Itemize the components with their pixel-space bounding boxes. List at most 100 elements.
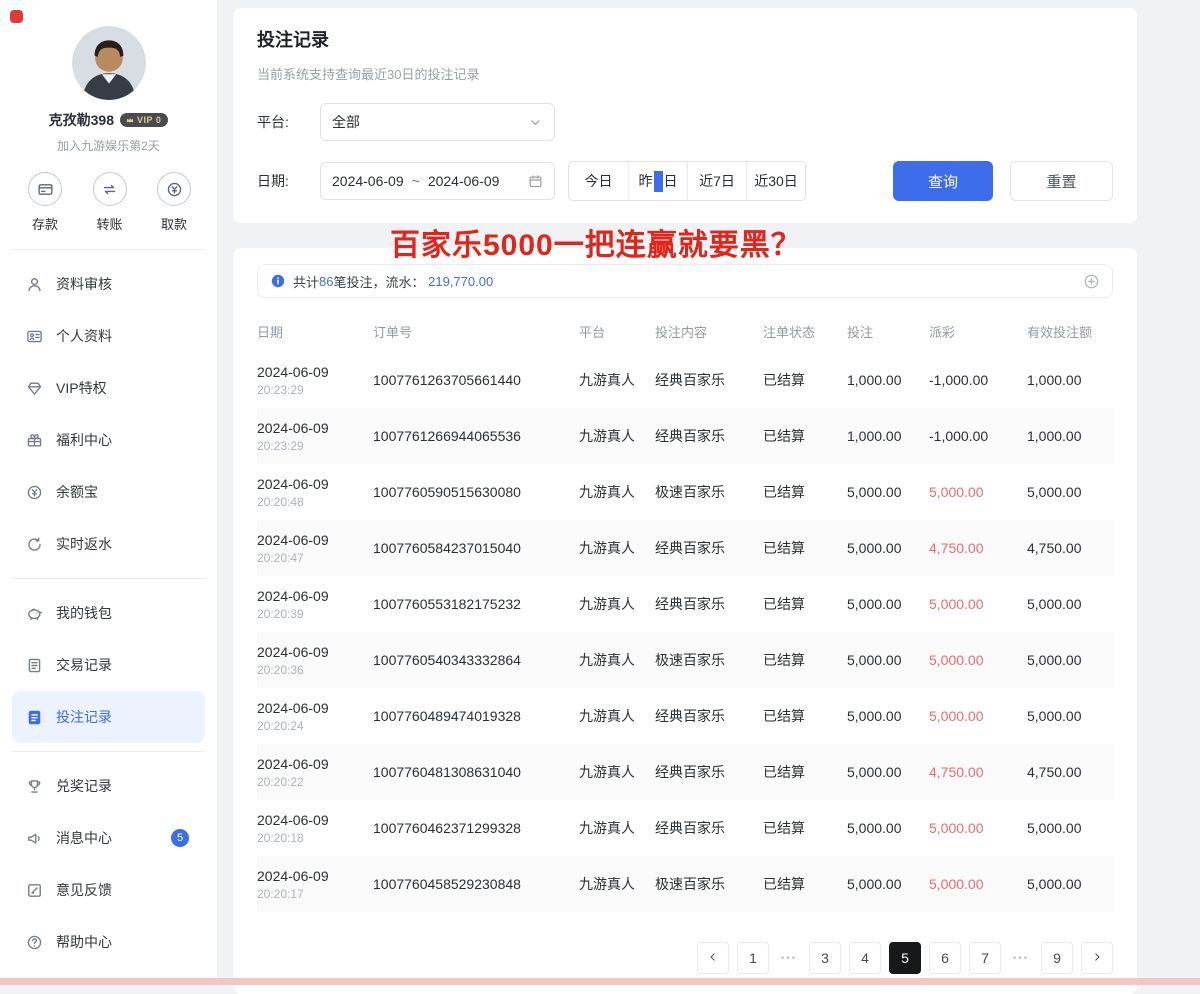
- bet-amount: 5,000.00: [847, 520, 929, 576]
- column-header: 日期: [257, 310, 373, 352]
- sidebar-item-feedback[interactable]: 意见反馈: [12, 864, 205, 916]
- pagination-page-6[interactable]: 6: [929, 942, 961, 974]
- quick-action-transfer[interactable]: 转账: [93, 172, 127, 233]
- table-row[interactable]: 2024-06-0920:23:29 1007761263705661440 九…: [257, 352, 1113, 408]
- payout-amount: 4,750.00: [929, 520, 1027, 576]
- pagination-ellipsis[interactable]: •••: [1009, 953, 1033, 964]
- date-end: 2024-06-09: [428, 173, 500, 189]
- pagination-page-1[interactable]: 1: [737, 942, 769, 974]
- chevron-right-icon: [1091, 950, 1103, 966]
- valid-amount: 1,000.00: [1027, 352, 1113, 408]
- pagination-page-3[interactable]: 3: [809, 942, 841, 974]
- avatar[interactable]: [72, 26, 146, 100]
- payout-amount: 4,750.00: [929, 744, 1027, 800]
- table-row[interactable]: 2024-06-0920:20:36 1007760540343332864 九…: [257, 632, 1113, 688]
- payout-amount: 5,000.00: [929, 800, 1027, 856]
- sidebar-item-label: 投注记录: [56, 707, 112, 727]
- order-number: 1007760553182175232: [373, 576, 579, 632]
- date-range-input[interactable]: 2024-06-09 ~ 2024-06-09: [320, 162, 555, 200]
- sidebar-item-audit[interactable]: 资料审核: [12, 258, 205, 310]
- records-card: 共计86笔投注，流水： 219,770.00 日期订单号平台投注内容注单状态投注…: [233, 248, 1137, 994]
- valid-amount: 1,000.00: [1027, 408, 1113, 464]
- pagination-page-9[interactable]: 9: [1041, 942, 1073, 974]
- bet-time: 20:20:24: [257, 719, 365, 733]
- coin-icon: [26, 484, 43, 501]
- valid-amount: 4,750.00: [1027, 744, 1113, 800]
- bet-status: 已结算: [763, 352, 847, 408]
- valid-amount: 5,000.00: [1027, 464, 1113, 520]
- quick-action-withdraw[interactable]: 取款: [157, 172, 191, 233]
- quick-action-deposit[interactable]: 存款: [28, 172, 62, 233]
- sidebar-item-label: 意见反馈: [56, 880, 112, 900]
- filter-card: 投注记录 当前系统支持查询最近30日的投注记录 平台: 全部 日期: 2024-…: [233, 8, 1137, 223]
- range-button-近7日[interactable]: 近7日: [687, 162, 746, 200]
- sidebar-item-yuebao[interactable]: 余额宝: [12, 466, 205, 518]
- pagination-prev[interactable]: [697, 942, 729, 974]
- valid-amount: 4,750.00: [1027, 520, 1113, 576]
- table-row[interactable]: 2024-06-0920:20:22 1007760481308631040 九…: [257, 744, 1113, 800]
- sidebar-item-label: 余额宝: [56, 482, 98, 502]
- sidebar-item-label: 实时返水: [56, 534, 112, 554]
- payout-amount: 5,000.00: [929, 856, 1027, 912]
- divider: [12, 578, 205, 579]
- edit-icon: [26, 882, 43, 899]
- info-icon: [270, 273, 286, 289]
- document-icon: [26, 657, 43, 674]
- profile-section: 克孜勒398 VIP 0 加入九游娱乐第2天 存款转账取款: [0, 0, 217, 233]
- reset-button[interactable]: 重置: [1010, 161, 1113, 201]
- plus-circle-icon[interactable]: [1083, 273, 1100, 290]
- sidebar-item-label: 交易记录: [56, 655, 112, 675]
- platform-name: 九游真人: [579, 352, 655, 408]
- sidebar-item-wallet[interactable]: 我的钱包: [12, 587, 205, 639]
- range-button-昨日[interactable]: 昨日: [628, 162, 687, 200]
- divider: [12, 751, 205, 752]
- sidebar-item-prizes[interactable]: 兑奖记录: [12, 760, 205, 812]
- chevron-left-icon: [707, 950, 719, 966]
- sidebar-item-label: 个人资料: [56, 326, 112, 346]
- bet-date: 2024-06-09: [257, 812, 365, 828]
- table-row[interactable]: 2024-06-0920:20:17 1007760458529230848 九…: [257, 856, 1113, 912]
- bet-date: 2024-06-09: [257, 644, 365, 660]
- sidebar-item-welfare[interactable]: 福利中心: [12, 414, 205, 466]
- bet-records-table: 日期订单号平台投注内容注单状态投注派彩有效投注额 2024-06-0920:23…: [257, 310, 1113, 912]
- summary-middle: 笔投注，流水：: [333, 275, 424, 290]
- sidebar-item-profile[interactable]: 个人资料: [12, 310, 205, 362]
- bet-amount: 5,000.00: [847, 800, 929, 856]
- pagination-ellipsis[interactable]: •••: [777, 953, 801, 964]
- pagination-page-7[interactable]: 7: [969, 942, 1001, 974]
- column-header: 投注: [847, 310, 929, 352]
- search-button[interactable]: 查询: [893, 161, 993, 201]
- vip-badge[interactable]: VIP 0: [120, 113, 168, 127]
- date-quick-ranges: 今日昨日近7日近30日: [568, 161, 806, 201]
- sidebar-item-transactions[interactable]: 交易记录: [12, 639, 205, 691]
- valid-amount: 5,000.00: [1027, 688, 1113, 744]
- pagination-page-5[interactable]: 5: [889, 942, 921, 974]
- pagination-next[interactable]: [1081, 942, 1113, 974]
- platform-selected-value: 全部: [332, 112, 360, 132]
- bet-status: 已结算: [763, 576, 847, 632]
- bet-amount: 5,000.00: [847, 464, 929, 520]
- table-row[interactable]: 2024-06-0920:20:39 1007760553182175232 九…: [257, 576, 1113, 632]
- pagination-page-4[interactable]: 4: [849, 942, 881, 974]
- table-row[interactable]: 2024-06-0920:23:29 1007761266944065536 九…: [257, 408, 1113, 464]
- sidebar-item-rebate[interactable]: 实时返水: [12, 518, 205, 570]
- sidebar-item-bet-records[interactable]: 投注记录: [12, 691, 205, 743]
- sidebar-item-vip[interactable]: VIP特权: [12, 362, 205, 414]
- bet-content: 经典百家乐: [655, 520, 763, 576]
- sidebar-item-label: 我的钱包: [56, 603, 112, 623]
- order-number: 1007760540343332864: [373, 632, 579, 688]
- range-button-今日[interactable]: 今日: [569, 162, 628, 200]
- megaphone-icon: [26, 830, 43, 847]
- table-row[interactable]: 2024-06-0920:20:24 1007760489474019328 九…: [257, 688, 1113, 744]
- sidebar-item-messages[interactable]: 消息中心5: [12, 812, 205, 864]
- table-row[interactable]: 2024-06-0920:20:48 1007760590515630080 九…: [257, 464, 1113, 520]
- platform-select[interactable]: 全部: [320, 103, 555, 141]
- bet-date: 2024-06-09: [257, 364, 365, 380]
- platform-name: 九游真人: [579, 856, 655, 912]
- range-button-近30日[interactable]: 近30日: [746, 162, 805, 200]
- sidebar-item-help[interactable]: 帮助中心: [12, 916, 205, 968]
- table-row[interactable]: 2024-06-0920:20:18 1007760462371299328 九…: [257, 800, 1113, 856]
- table-row[interactable]: 2024-06-0920:20:47 1007760584237015040 九…: [257, 520, 1113, 576]
- sidebar-item-label: 福利中心: [56, 430, 112, 450]
- order-number: 1007761266944065536: [373, 408, 579, 464]
